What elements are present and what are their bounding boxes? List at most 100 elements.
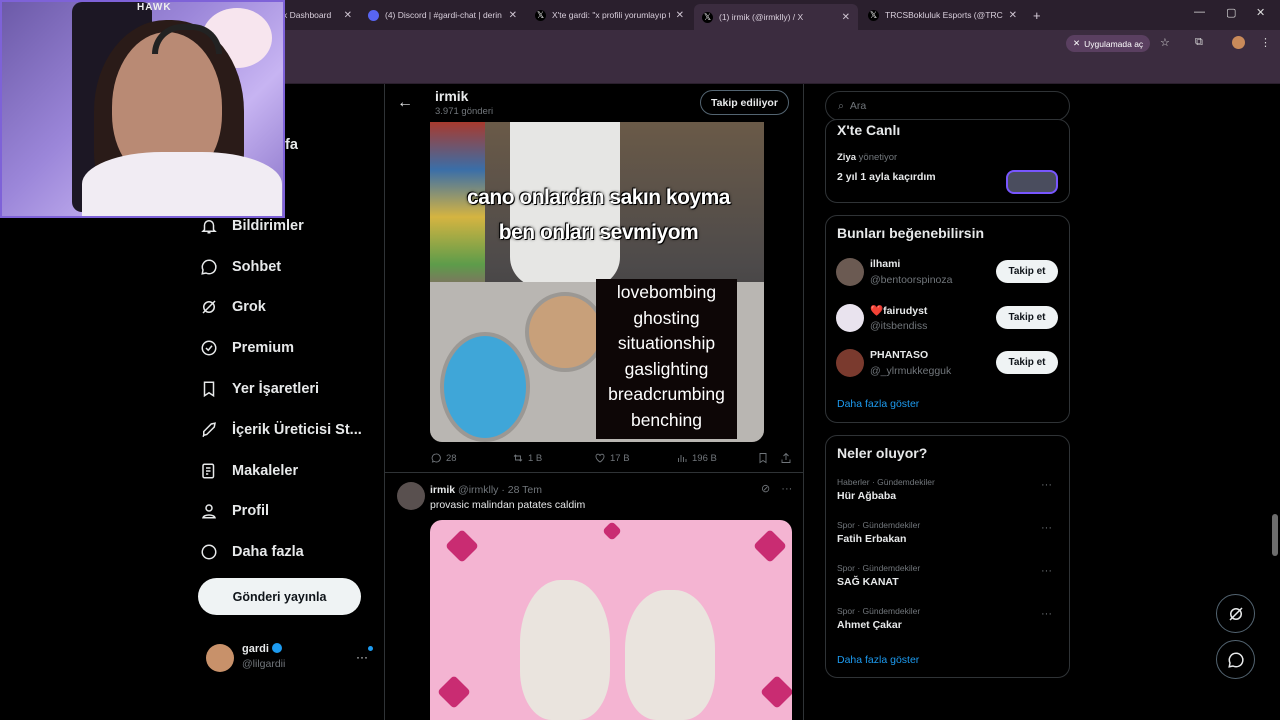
browser-tab[interactable]: k Dashboard ✕ [275,4,360,26]
account-switcher[interactable]: gardi @lilgardii ··· [206,642,376,674]
messages-fab-button[interactable] [1216,640,1255,679]
x-logo-icon: ✕ [1073,38,1081,48]
suggestion-item[interactable]: ❤️fairudyst @itsbendiss Takip et [836,302,1066,336]
new-tab-button[interactable]: + [1025,4,1049,26]
more-options-icon[interactable]: ··· [1041,565,1052,577]
close-icon[interactable]: ✕ [676,10,684,21]
following-button[interactable]: Takip ediliyor [700,90,789,115]
browser-tab-active[interactable]: 𝕏 (1) irmik (@irmklly) / X ✕ [694,4,858,30]
streamer-shirt [82,152,282,216]
nav-chat[interactable]: Sohbet [200,258,281,276]
maximize-button[interactable]: ▢ [1226,6,1236,19]
nav-label: Yer İşaretleri [232,381,320,397]
verified-badge-icon [271,643,282,653]
media-bowl [440,332,530,442]
live-title: X'te Canlı [837,122,901,138]
minimize-button[interactable]: — [1194,6,1205,18]
views-button[interactable]: 196 B [676,452,717,464]
trend-item[interactable]: Haberler · Gündemdekiler Hür Ağbaba ··· [837,477,1062,511]
show-more-link[interactable]: Daha fazla göster [837,654,919,666]
post-button[interactable]: Gönderi yayınla [198,578,361,615]
more-options-icon[interactable]: ··· [1041,522,1052,534]
heart-icon [595,453,605,463]
bookmark-icon [759,453,767,464]
follow-button[interactable]: Takip et [996,260,1058,283]
suggestion-name: ❤️fairudyst [870,305,928,317]
nav-articles[interactable]: Makaleler [200,462,298,480]
premium-icon [200,339,218,357]
show-more-link[interactable]: Daha fazla göster [837,398,919,410]
live-host[interactable]: Ziya yönetiyor [837,152,897,163]
close-icon[interactable]: ✕ [842,12,850,23]
extensions-icon[interactable]: ⧉ [1195,36,1203,49]
browser-tab[interactable]: (4) Discord | #gardi-chat | derin co ✕ [360,4,525,26]
browser-tab[interactable]: 𝕏 X'te gardi: "x profili yorumlayıp tik … [527,4,692,26]
star-icon[interactable]: ☆ [1160,36,1170,49]
account-handle: @lilgardii [242,658,286,670]
close-icon[interactable]: ✕ [344,10,352,21]
like-count: 17 B [610,452,630,464]
discord-icon [368,9,379,21]
browser-tab[interactable]: 𝕏 TRCSBokluluk Esports (@TRCSEsp ✕ [860,4,1025,26]
notification-dot [368,646,373,651]
more-options-icon[interactable]: ··· [781,483,792,495]
nav-grok[interactable]: Grok [200,298,266,316]
more-options-icon[interactable]: ··· [1041,608,1052,620]
live-text[interactable]: 2 yıl 1 ayla kaçırdım [837,171,936,183]
reply-button[interactable]: 28 [430,452,457,464]
tweet-header: irmik @irmklly · 28 Tem [430,484,542,496]
caption-line: ghosting [633,307,700,328]
nav-more[interactable]: Daha fazla [200,543,304,561]
trend-item[interactable]: Spor · Gündemdekiler Ahmet Çakar ··· [837,606,1062,640]
scrollbar-thumb[interactable] [1272,514,1278,556]
tweet-divider [385,472,803,473]
nav-creator-studio[interactable]: İçerik Üreticisi St... [200,421,362,439]
open-in-app-button[interactable]: ✕ Uygulamada aç [1066,35,1151,52]
tweet-date[interactable]: · 28 Tem [501,484,542,496]
scrollbar[interactable] [1270,84,1280,720]
bookmark-button[interactable] [757,452,769,464]
tweet-media-image[interactable] [430,520,792,720]
close-window-button[interactable]: ✕ [1256,6,1265,19]
close-icon[interactable]: ✕ [1009,10,1017,21]
more-options-icon[interactable]: ··· [1041,479,1052,491]
tweet-text: provasic malindan patates caldim [430,499,586,511]
grok-fab-button[interactable] [1216,594,1255,633]
grok-icon[interactable]: ⊘ [761,483,770,495]
suggestion-item[interactable]: PHANTASO @_ylrmukkegguk Takip et [836,347,1066,381]
more-options-icon[interactable]: ··· [356,650,368,664]
retweet-button[interactable]: 1 B [512,452,542,464]
tweet-author-name[interactable]: irmik [430,484,455,496]
caption-line: situationship [617,333,716,353]
like-button[interactable]: 17 B [594,452,630,464]
trend-item[interactable]: Spor · Gündemdekiler Fatih Erbakan ··· [837,520,1062,554]
plus-icon: + [1033,7,1041,23]
caption-line: gaslighting [624,358,709,379]
tab-title: (1) irmik (@irmklly) / X [719,12,804,22]
close-icon[interactable]: ✕ [509,10,517,21]
tweet-author-handle[interactable]: @irmklly [458,484,498,496]
profile-icon [200,502,218,520]
share-button[interactable] [780,452,792,464]
nav-premium[interactable]: Premium [200,339,294,357]
menu-icon[interactable]: ⋮ [1260,36,1271,49]
media-bowl [525,292,605,372]
follow-button[interactable]: Takip et [996,351,1058,374]
nav-bookmarks[interactable]: Yer İşaretleri [200,380,319,398]
tweet-media-video[interactable]: cano onlardan sakın koyma ben onları sev… [430,122,764,442]
grok-icon [1228,606,1243,621]
avatar [836,258,864,286]
avatar[interactable] [397,482,425,510]
back-arrow-icon[interactable]: ← [397,94,413,112]
trend-item[interactable]: Spor · Gündemdekiler SAĞ KANAT ··· [837,563,1062,597]
caption-line: cano onlardan sakın koyma [467,186,730,209]
trend-category: Spor · Gündemdekiler [837,520,921,530]
profile-avatar[interactable] [1232,36,1245,49]
suggestion-item[interactable]: ilhami @bentoorspinoza Takip et [836,256,1066,290]
live-avatars[interactable] [1006,170,1058,194]
nav-notifications[interactable]: Bildirimler [200,217,304,235]
follow-button[interactable]: Takip et [996,306,1058,329]
nav-profile[interactable]: Profil [200,502,269,520]
search-input[interactable]: ⌕ Ara [825,91,1070,121]
live-card: X'te Canlı Ziya yönetiyor 2 yıl 1 ayla k… [825,119,1070,203]
